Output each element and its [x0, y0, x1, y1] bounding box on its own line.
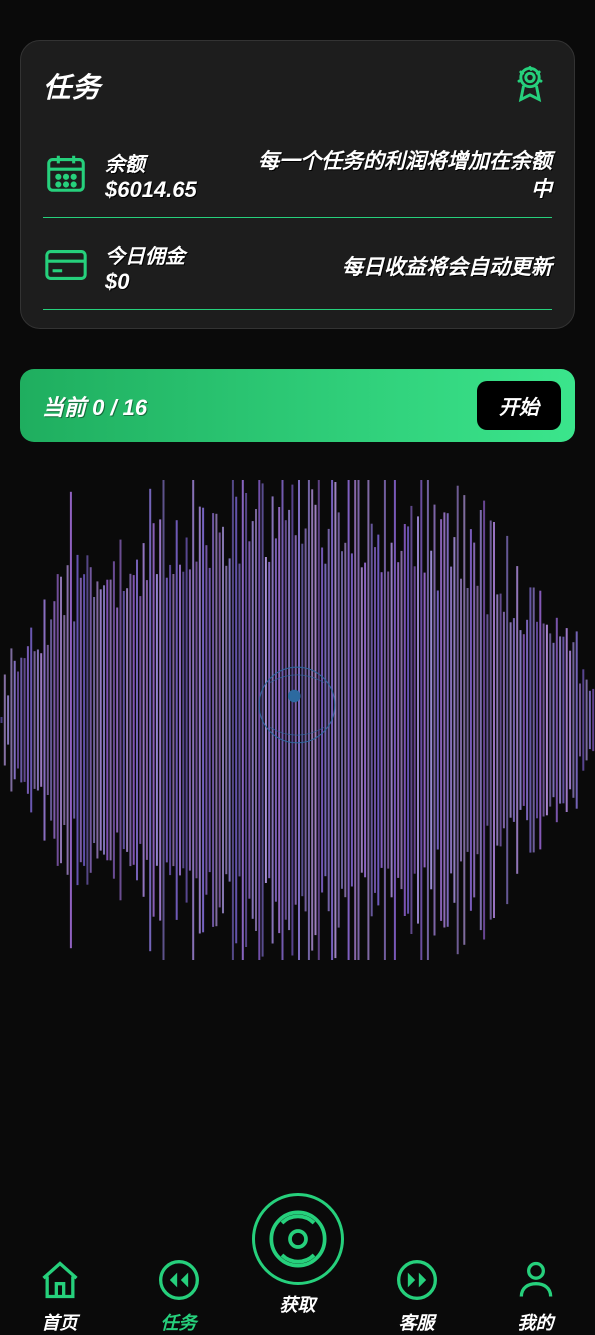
progress-label: 当前 0 / 16: [42, 390, 147, 422]
nav-mine[interactable]: 我的: [476, 1255, 595, 1335]
nav-tasks[interactable]: 任务: [119, 1255, 238, 1335]
waveform-visual: [0, 480, 595, 960]
tasks-card: 任务 余额 $6: [20, 40, 575, 329]
commission-kv: 今日佣金 $0: [105, 240, 225, 295]
balance-desc: 每一个任务的利润将增加在余额中: [241, 148, 552, 203]
nav-get-label: 获取: [280, 1291, 316, 1317]
ribbon-badge-icon: [508, 61, 552, 110]
user-icon: [514, 1255, 558, 1305]
commission-value: $0: [105, 269, 225, 295]
balance-row: 余额 $6014.65 每一个任务的利润将增加在余额中: [43, 144, 552, 218]
nav-home[interactable]: 首页: [0, 1255, 119, 1335]
start-button[interactable]: 开始: [477, 381, 561, 430]
card-icon: [43, 245, 89, 290]
nav-support[interactable]: 客服: [357, 1255, 476, 1335]
nav-mine-label: 我的: [518, 1309, 554, 1335]
nav-support-label: 客服: [399, 1309, 435, 1335]
play-orb-icon[interactable]: [252, 660, 342, 750]
bottom-nav: 首页 任务 获取 客服: [0, 1211, 595, 1321]
balance-label: 余额: [105, 148, 225, 177]
progress-bar: 当前 0 / 16 开始: [20, 369, 575, 442]
rewind-icon: [157, 1255, 201, 1305]
commission-label: 今日佣金: [105, 240, 225, 269]
home-icon: [38, 1255, 82, 1305]
nav-tasks-label: 任务: [161, 1309, 197, 1335]
nav-home-label: 首页: [42, 1309, 78, 1335]
calendar-icon: [43, 150, 89, 201]
card-title: 任务: [43, 66, 101, 106]
card-header: 任务: [43, 61, 552, 110]
nav-get[interactable]: 获取: [238, 1193, 357, 1317]
disc-icon: [252, 1193, 344, 1285]
commission-row: 今日佣金 $0 每日收益将会自动更新: [43, 236, 552, 310]
balance-kv: 余额 $6014.65: [105, 148, 225, 203]
forward-icon: [395, 1255, 439, 1305]
commission-desc: 每日收益将会自动更新: [241, 254, 552, 281]
balance-value: $6014.65: [105, 177, 225, 203]
